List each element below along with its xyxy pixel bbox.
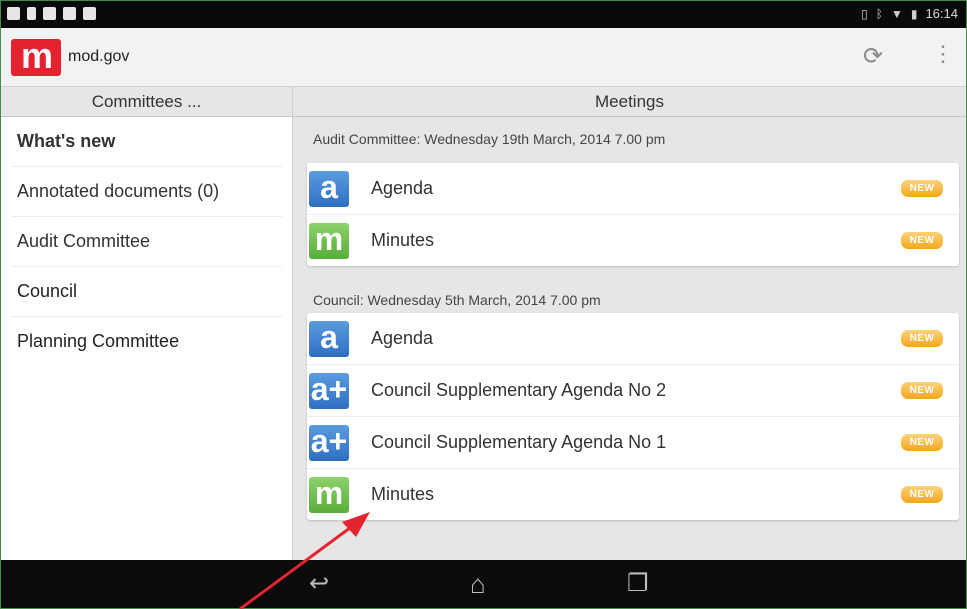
document-title: Agenda (371, 328, 434, 348)
tablet-screen: ▯ ᛒ ▼ ▮ 16:14 m mod.gov ⟳ ⋮ Committees .… (0, 0, 967, 609)
meetings-pane: Meetings Audit Committee: Wednesday 19th… (293, 87, 966, 560)
meeting-documents-card: a Agenda NEW a+ Council Supplementary Ag… (307, 313, 959, 520)
new-badge: NEW (901, 382, 943, 399)
refresh-icon[interactable]: ⟳ (863, 45, 883, 69)
app-title: mod.gov (68, 48, 130, 65)
back-icon[interactable]: ↩ (309, 572, 329, 596)
nav-item-planning-committee[interactable]: Planning Committee (11, 317, 282, 366)
committees-header[interactable]: Committees ... (1, 87, 292, 117)
document-title: Agenda (371, 178, 434, 198)
document-row[interactable]: a+ Council Supplementary Agenda No 1 NEW (307, 417, 959, 469)
new-badge: NEW (901, 330, 943, 347)
battery-icon: ▮ (910, 6, 918, 21)
sim-icon: ▯ (861, 6, 868, 21)
recent-apps-icon[interactable]: ❐ (627, 572, 649, 596)
picture-icon (7, 7, 20, 20)
nav-item-council[interactable]: Council (11, 267, 282, 317)
overflow-menu-icon[interactable]: ⋮ (932, 42, 954, 66)
document-title: Council Supplementary Agenda No 2 (371, 380, 667, 400)
document-row[interactable]: m Minutes NEW (307, 215, 959, 266)
bluetooth-icon: ᛒ (875, 6, 883, 21)
download-icon (83, 7, 96, 20)
system-status: ▯ ᛒ ▼ ▮ 16:14 (861, 6, 958, 21)
supplementary-agenda-icon: a+ (309, 423, 349, 461)
clock: 16:14 (925, 6, 958, 21)
action-bar: m mod.gov ⟳ ⋮ (1, 28, 966, 87)
agenda-icon: a (309, 171, 349, 207)
document-row[interactable]: a+ Council Supplementary Agenda No 2 NEW (307, 365, 959, 417)
nav-item-annotated-documents[interactable]: Annotated documents (0) (11, 167, 282, 217)
document-row[interactable]: m Minutes NEW (307, 469, 959, 520)
notification-icons (7, 7, 96, 20)
document-title: Minutes (371, 484, 435, 504)
new-badge: NEW (901, 180, 943, 197)
committees-pane: Committees ... What's new Annotated docu… (1, 87, 293, 560)
document-row[interactable]: a Agenda NEW (307, 313, 959, 365)
minutes-icon: m (309, 223, 349, 259)
battery-icon (27, 7, 36, 20)
nav-item-whats-new[interactable]: What's new (11, 117, 282, 167)
app-logo[interactable]: m (11, 38, 61, 76)
supplementary-agenda-icon: a+ (309, 371, 349, 409)
new-badge: NEW (901, 232, 943, 249)
nav-item-audit-committee[interactable]: Audit Committee (11, 217, 282, 267)
document-row[interactable]: a Agenda NEW (307, 163, 959, 215)
new-badge: NEW (901, 434, 943, 451)
meeting-label: Council: Wednesday 5th March, 2014 7.00 … (313, 292, 601, 308)
wifi-icon: ▼ (890, 6, 903, 21)
new-badge: NEW (901, 486, 943, 503)
home-icon[interactable]: ⌂ (470, 571, 486, 597)
document-title: Minutes (371, 230, 435, 250)
meeting-documents-card: a Agenda NEW m Minutes NEW (307, 163, 959, 266)
minutes-icon: m (309, 477, 349, 513)
meetings-header: Meetings (293, 87, 966, 117)
document-title: Council Supplementary Agenda No 1 (371, 432, 667, 452)
cloud-icon (43, 7, 56, 20)
status-bar: ▯ ᛒ ▼ ▮ 16:14 (1, 1, 966, 28)
checkbox-icon (63, 7, 76, 20)
meeting-label: Audit Committee: Wednesday 19th March, 2… (313, 131, 666, 147)
agenda-icon: a (309, 321, 349, 357)
system-nav-bar: ↩ ⌂ ❐ (1, 560, 966, 608)
